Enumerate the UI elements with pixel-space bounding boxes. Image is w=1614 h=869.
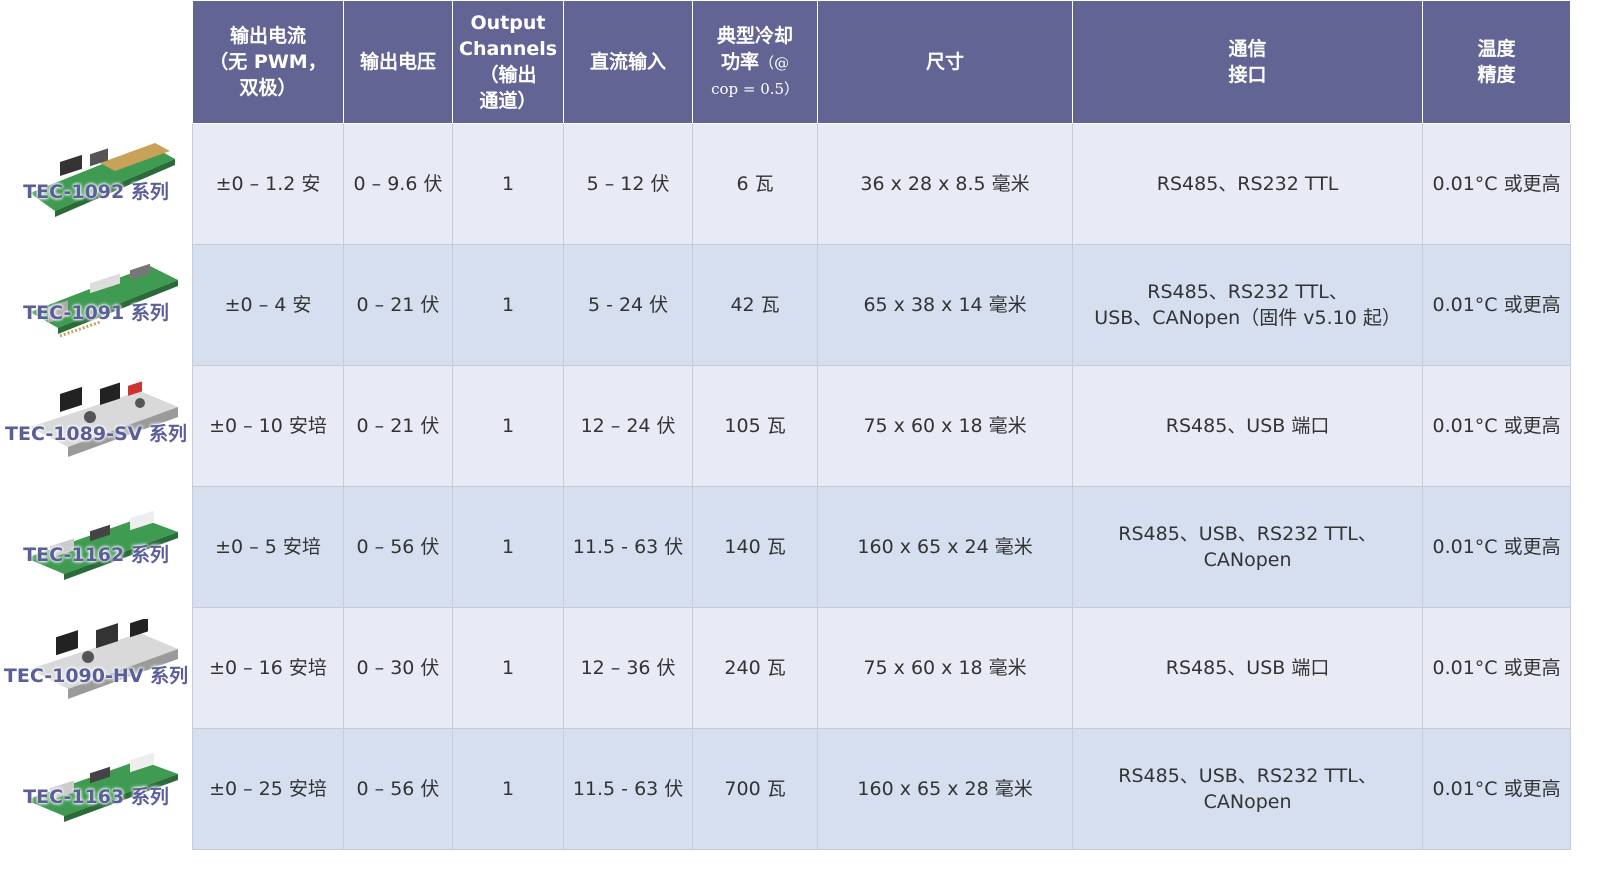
cell-current: ±0 – 1.2 安: [192, 123, 344, 245]
header-temp-accuracy: 温度 精度: [1422, 0, 1572, 124]
cell-current: ±0 – 16 安培: [192, 607, 344, 729]
cell-temp: 0.01°C 或更高: [1422, 486, 1572, 608]
cell-channels: 1: [451, 607, 565, 729]
cell-size: 75 x 60 x 18 毫米: [817, 365, 1074, 487]
cell-temp: 0.01°C 或更高: [1422, 123, 1572, 245]
cell-comm: RS485、USB、RS232 TTL、 CANopen: [1072, 728, 1424, 850]
cell-voltage: 0 – 56 伏: [343, 728, 453, 850]
product-comparison: TEC-1092 系列 TEC-1091 系列 TEC-1089-SV 系列 T…: [0, 0, 1614, 869]
cell-comm: RS485、USB 端口: [1072, 365, 1424, 487]
cell-temp: 0.01°C 或更高: [1422, 365, 1572, 487]
cell-dc-input: 5 – 12 伏: [563, 123, 694, 245]
table-row: ±0 – 4 安 0 – 21 伏 1 5 - 24 伏 42 瓦 65 x 3…: [192, 244, 1572, 366]
cell-dc-input: 5 - 24 伏: [563, 244, 694, 366]
cell-power: 700 瓦: [692, 728, 819, 850]
cell-temp: 0.01°C 或更高: [1422, 728, 1572, 850]
product-image-cell: TEC-1091 系列: [0, 244, 192, 365]
cell-current: ±0 – 10 安培: [192, 365, 344, 487]
cell-dc-input: 12 – 36 伏: [563, 607, 694, 729]
cell-voltage: 0 – 30 伏: [343, 607, 453, 729]
cell-channels: 1: [451, 123, 565, 245]
product-image-cell: TEC-1090-HV 系列: [0, 607, 192, 728]
cell-voltage: 0 – 21 伏: [343, 365, 453, 487]
header-output-current: 输出电流 （无 PWM， 双极）: [192, 0, 344, 124]
table-row: ±0 – 1.2 安 0 – 9.6 伏 1 5 – 12 伏 6 瓦 36 x…: [192, 123, 1572, 245]
header-output-channels: Output Channels （输出 通道）: [451, 0, 565, 124]
series-label: TEC-1162 系列: [23, 544, 169, 566]
header-row: 输出电流 （无 PWM， 双极） 输出电压 Output Channels （输…: [192, 0, 1572, 124]
cell-size: 160 x 65 x 28 毫米: [817, 728, 1074, 850]
cell-channels: 1: [451, 486, 565, 608]
series-label: TEC-1163 系列: [23, 786, 169, 808]
cell-channels: 1: [451, 365, 565, 487]
product-image-cell: TEC-1162 系列: [0, 486, 192, 607]
product-image-cell: TEC-1089-SV 系列: [0, 365, 192, 486]
header-output-voltage: 输出电压: [343, 0, 453, 124]
product-image-cell: TEC-1092 系列: [0, 123, 192, 244]
cell-comm: RS485、USB、RS232 TTL、 CANopen: [1072, 486, 1424, 608]
product-image-cell: TEC-1163 系列: [0, 728, 192, 849]
spec-table: 输出电流 （无 PWM， 双极） 输出电压 Output Channels （输…: [192, 0, 1572, 850]
cell-comm: RS485、RS232 TTL、 USB、CANopen（固件 v5.10 起）: [1072, 244, 1424, 366]
cell-current: ±0 – 5 安培: [192, 486, 344, 608]
cell-temp: 0.01°C 或更高: [1422, 244, 1572, 366]
cell-power: 240 瓦: [692, 607, 819, 729]
cell-comm: RS485、RS232 TTL: [1072, 123, 1424, 245]
cell-size: 75 x 60 x 18 毫米: [817, 607, 1074, 729]
cell-dc-input: 11.5 - 63 伏: [563, 486, 694, 608]
series-label: TEC-1089-SV 系列: [5, 423, 187, 445]
cell-channels: 1: [451, 728, 565, 850]
cell-power: 6 瓦: [692, 123, 819, 245]
table-row: ±0 – 25 安培 0 – 56 伏 1 11.5 - 63 伏 700 瓦 …: [192, 728, 1572, 850]
table-row: ±0 – 10 安培 0 – 21 伏 1 12 – 24 伏 105 瓦 75…: [192, 365, 1572, 487]
cell-power: 105 瓦: [692, 365, 819, 487]
header-comm-interface: 通信 接口: [1072, 0, 1424, 124]
header-size: 尺寸: [817, 0, 1074, 124]
cell-power: 140 瓦: [692, 486, 819, 608]
cell-size: 36 x 28 x 8.5 毫米: [817, 123, 1074, 245]
header-dc-input: 直流输入: [563, 0, 694, 124]
header-cooling-power: 典型冷却 功率（@ cop = 0.5）: [692, 0, 819, 124]
cell-current: ±0 – 25 安培: [192, 728, 344, 850]
cell-voltage: 0 – 21 伏: [343, 244, 453, 366]
cell-channels: 1: [451, 244, 565, 366]
series-label: TEC-1090-HV 系列: [3, 665, 189, 687]
cell-size: 160 x 65 x 24 毫米: [817, 486, 1074, 608]
cell-current: ±0 – 4 安: [192, 244, 344, 366]
series-label: TEC-1091 系列: [23, 302, 169, 324]
cell-dc-input: 12 – 24 伏: [563, 365, 694, 487]
product-image-column: TEC-1092 系列 TEC-1091 系列 TEC-1089-SV 系列 T…: [0, 123, 192, 849]
table-row: ±0 – 16 安培 0 – 30 伏 1 12 – 36 伏 240 瓦 75…: [192, 607, 1572, 729]
series-label: TEC-1092 系列: [23, 181, 169, 203]
cell-power: 42 瓦: [692, 244, 819, 366]
cell-temp: 0.01°C 或更高: [1422, 607, 1572, 729]
cell-dc-input: 11.5 - 63 伏: [563, 728, 694, 850]
cell-size: 65 x 38 x 14 毫米: [817, 244, 1074, 366]
cell-voltage: 0 – 56 伏: [343, 486, 453, 608]
cell-comm: RS485、USB 端口: [1072, 607, 1424, 729]
table-row: ±0 – 5 安培 0 – 56 伏 1 11.5 - 63 伏 140 瓦 1…: [192, 486, 1572, 608]
cell-voltage: 0 – 9.6 伏: [343, 123, 453, 245]
